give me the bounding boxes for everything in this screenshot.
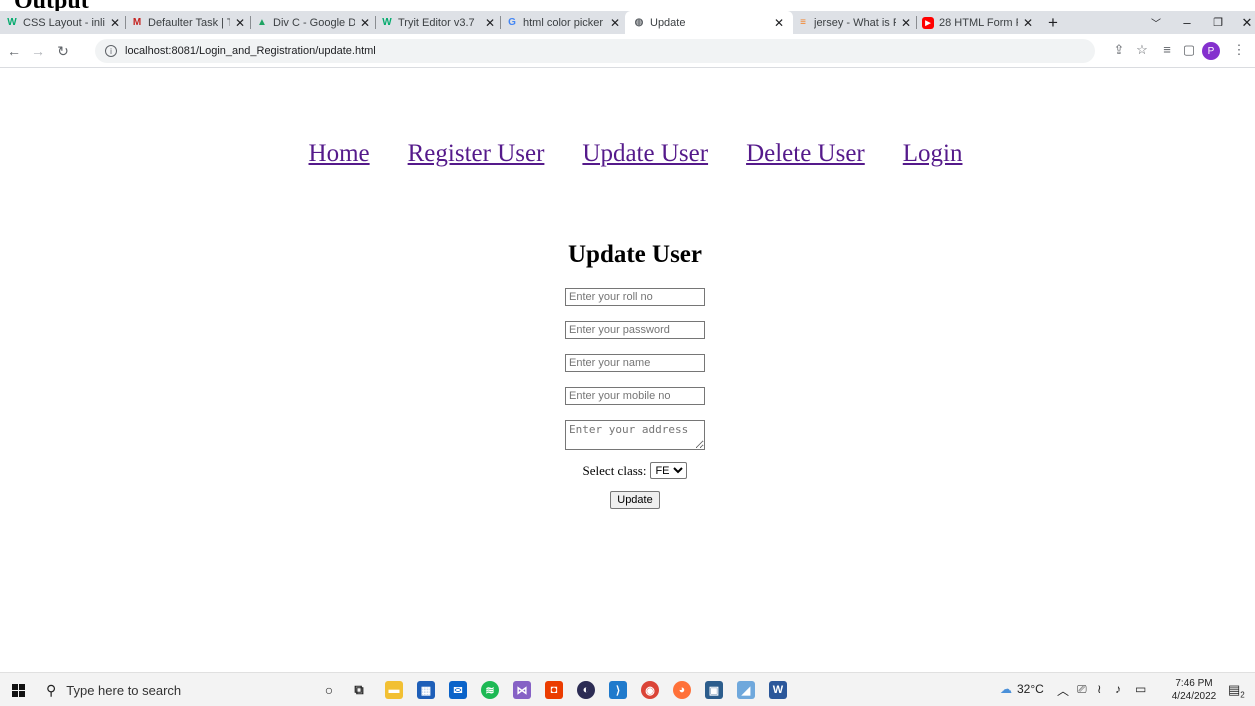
tray-chevron-up-icon[interactable]: ︿: [1057, 682, 1069, 699]
class-select[interactable]: FE: [650, 462, 688, 479]
windows-taskbar: ⚲ Type here to search ○ ⧉ ▬ ▦ ✉ ≋ ⋈ ◘ ◐ …: [0, 672, 1255, 706]
weather-icon[interactable]: ☁: [1000, 682, 1012, 696]
mysql-workbench-icon[interactable]: ▣: [705, 681, 723, 699]
mail-icon[interactable]: ✉: [449, 681, 467, 699]
close-icon[interactable]: ✕: [484, 16, 496, 30]
menu-kebab-icon[interactable]: ⋮: [1230, 42, 1248, 58]
file-explorer-icon[interactable]: ▬: [385, 681, 403, 699]
tab-html-color-picker[interactable]: G html color picker ✕: [506, 11, 621, 34]
update-button[interactable]: Update: [610, 491, 660, 509]
reading-list-icon[interactable]: ≡: [1158, 42, 1176, 57]
tab-tryit-editor[interactable]: W Tryit Editor v3.7 ✕: [381, 11, 496, 34]
nav-link-home[interactable]: Home: [309, 140, 370, 168]
volume-icon[interactable]: ♪: [1115, 682, 1121, 696]
roll-no-input[interactable]: [565, 288, 705, 306]
meet-now-icon[interactable]: ⎚: [1077, 682, 1087, 697]
google-drive-icon: ▲: [257, 17, 267, 28]
visual-studio-icon[interactable]: ⋈: [513, 681, 531, 699]
nav-link-register-user[interactable]: Register User: [408, 140, 545, 168]
gmail-icon: M: [132, 17, 142, 28]
class-label: Select class:: [582, 462, 647, 478]
search-icon: ⚲: [46, 681, 57, 698]
tab-html-form[interactable]: ▶ 28 HTML Form Pa ✕: [922, 11, 1034, 34]
window-close-button[interactable]: ✕: [1231, 11, 1255, 34]
back-button[interactable]: ←: [6, 43, 22, 59]
chevron-down-icon[interactable]: ﹀: [1140, 11, 1172, 34]
screen: Output W CSS Layout - inlin ✕ M Defaulte…: [0, 0, 1255, 706]
new-tab-button[interactable]: +: [1048, 11, 1058, 34]
w3schools-icon: W: [7, 17, 17, 28]
class-select-row: Select class: FE: [583, 462, 688, 479]
tab-css-layout[interactable]: W CSS Layout - inlin ✕: [6, 11, 121, 34]
share-icon[interactable]: ⇪: [1110, 42, 1128, 58]
youtube-icon: ▶: [922, 16, 934, 29]
close-icon[interactable]: ✕: [609, 16, 621, 30]
windows-start-icon[interactable]: [12, 684, 26, 697]
notification-icon[interactable]: ▤2: [1228, 682, 1245, 700]
site-nav: Home Register User Update User Delete Us…: [0, 140, 1255, 168]
store-icon[interactable]: ▦: [417, 681, 435, 699]
name-input[interactable]: [565, 354, 705, 372]
office-icon[interactable]: ◘: [545, 681, 563, 699]
tab-jersey[interactable]: ≡ jersey - What is P ✕: [797, 11, 912, 34]
close-icon[interactable]: ✕: [1022, 16, 1034, 30]
address-textarea[interactable]: [565, 420, 705, 450]
reload-button[interactable]: ↻: [55, 43, 71, 60]
word-icon[interactable]: W: [769, 681, 787, 699]
globe-icon: ◍: [634, 17, 644, 28]
info-icon[interactable]: i: [105, 45, 117, 57]
side-panel-icon[interactable]: ▢: [1180, 42, 1198, 58]
cortana-icon[interactable]: ○: [320, 681, 338, 699]
stackoverflow-icon: ≡: [800, 17, 806, 28]
taskbar-search[interactable]: ⚲ Type here to search: [40, 677, 280, 703]
browser-toolbar: ← → ↻ i localhost:8081/Login_and_Registr…: [0, 34, 1255, 68]
minimize-button[interactable]: –: [1171, 11, 1203, 34]
tab-defaulter-task[interactable]: M Defaulter Task | Th ✕: [131, 11, 246, 34]
close-icon[interactable]: ✕: [773, 16, 785, 30]
taskbar-clock[interactable]: 7:46 PM 4/24/2022: [1164, 677, 1224, 703]
close-icon[interactable]: ✕: [900, 16, 912, 30]
clock-date: 4/24/2022: [1171, 691, 1217, 702]
bookmark-star-icon[interactable]: ☆: [1133, 42, 1151, 58]
wifi-icon[interactable]: ≀: [1097, 682, 1102, 696]
nav-link-update-user[interactable]: Update User: [582, 140, 708, 168]
google-icon: G: [508, 17, 516, 28]
url-text: localhost:8081/Login_and_Registration/up…: [125, 45, 376, 57]
vscode-icon[interactable]: ⟩: [609, 681, 627, 699]
page-content: Home Register User Update User Delete Us…: [0, 68, 1255, 672]
spotify-icon[interactable]: ≋: [481, 681, 499, 699]
notification-count: 2: [1240, 690, 1245, 700]
chrome-icon[interactable]: ◉: [641, 681, 659, 699]
battery-icon[interactable]: ▭: [1135, 682, 1146, 696]
firefox-icon[interactable]: ◕: [673, 681, 691, 699]
close-icon[interactable]: ✕: [359, 16, 371, 30]
task-view-icon[interactable]: ⧉: [350, 681, 368, 699]
forward-button[interactable]: →: [30, 43, 46, 59]
mobile-no-input[interactable]: [565, 387, 705, 405]
profile-avatar[interactable]: P: [1202, 42, 1220, 60]
taskbar-search-placeholder: Type here to search: [66, 682, 182, 698]
restore-button[interactable]: ❐: [1202, 11, 1234, 34]
browser-tab-strip: W CSS Layout - inlin ✕ M Defaulter Task …: [0, 11, 1255, 34]
weather-temp[interactable]: 32°C: [1017, 682, 1044, 696]
tab-google-drive[interactable]: ▲ Div C - Google Dr ✕: [256, 11, 371, 34]
update-user-form: Update User Select class: FE Update: [0, 240, 1255, 509]
tab-update[interactable]: ◍ Update ✕: [625, 11, 793, 34]
close-icon[interactable]: ✕: [109, 16, 121, 30]
photos-icon[interactable]: ◢: [737, 681, 755, 699]
password-input[interactable]: [565, 321, 705, 339]
clock-time: 7:46 PM: [1175, 678, 1213, 689]
eclipse-icon[interactable]: ◐: [577, 681, 595, 699]
w3schools-icon: W: [382, 17, 392, 28]
nav-link-login[interactable]: Login: [903, 140, 963, 168]
close-icon[interactable]: ✕: [234, 16, 246, 30]
form-title: Update User: [567, 241, 702, 268]
nav-link-delete-user[interactable]: Delete User: [746, 140, 865, 168]
address-bar[interactable]: i localhost:8081/Login_and_Registration/…: [95, 39, 1095, 63]
